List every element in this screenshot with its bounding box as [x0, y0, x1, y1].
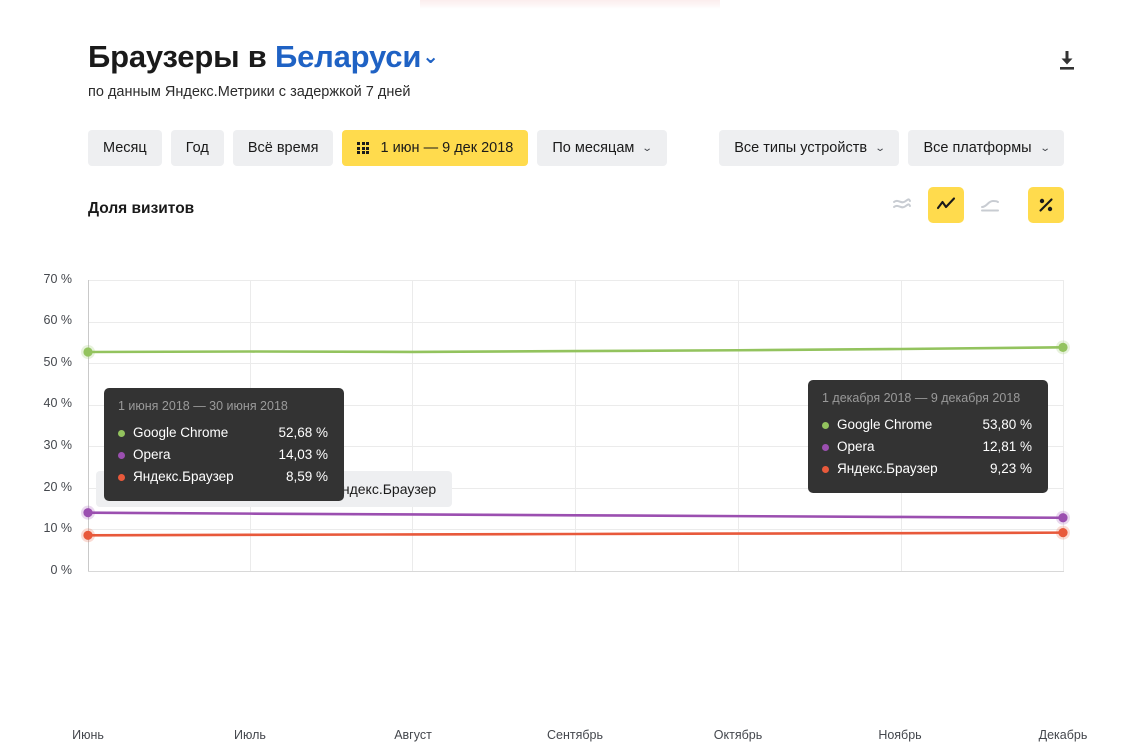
tooltip-color-dot [822, 466, 829, 473]
tooltip-color-dot [822, 444, 829, 451]
tooltip-series-value: 8,59 % [260, 466, 328, 488]
tooltip-series-value: 52,68 % [252, 422, 328, 444]
tooltip-series-value: 53,80 % [956, 414, 1032, 436]
tooltip-color-dot [118, 452, 125, 459]
smooth-line-chart-button[interactable] [972, 187, 1008, 223]
chart-title: Доля визитов [88, 200, 194, 218]
y-axis-tick-label: 50 % [12, 355, 72, 369]
download-button[interactable] [1052, 45, 1082, 75]
tooltip-series-value: 12,81 % [956, 436, 1032, 458]
page-title-prefix: Браузеры в [88, 39, 275, 74]
region-selector[interactable]: Беларуси [275, 39, 421, 74]
tooltip-row: Яндекс.Браузер 9,23 % [822, 458, 1032, 480]
tooltip-row: Opera 14,03 % [118, 444, 328, 466]
line-chart-button[interactable] [928, 187, 964, 223]
y-axis-tick-label: 40 % [12, 396, 72, 410]
tooltip-date-range: 1 июня 2018 — 30 июня 2018 [118, 399, 328, 413]
tooltip-series-label: Google Chrome [837, 414, 932, 436]
period-button-month-label: Месяц [103, 140, 147, 156]
browser-stats-page: Браузеры в Беларуси⌄ по данным Яндекс.Ме… [0, 0, 1134, 588]
period-button-year[interactable]: Год [171, 130, 224, 166]
tooltip-series-label: Opera [837, 436, 875, 458]
tooltip-date-range: 1 декабря 2018 — 9 декабря 2018 [822, 391, 1032, 405]
y-axis-tick-label: 30 % [12, 438, 72, 452]
y-axis-tick-label: 60 % [12, 313, 72, 327]
period-button-all-time-label: Всё время [248, 140, 319, 156]
granularity-dropdown[interactable]: По месяцам ⌄ [537, 130, 666, 166]
tooltip-color-dot [118, 474, 125, 481]
platform-label: Все платформы [923, 140, 1031, 156]
download-icon [1052, 45, 1082, 75]
line-chart-icon [936, 195, 956, 215]
stacked-area-chart-icon [892, 195, 912, 215]
y-axis-tick-label: 70 % [12, 272, 72, 286]
tooltip-right: 1 декабря 2018 — 9 декабря 2018 Google C… [808, 380, 1048, 493]
date-range-button[interactable]: 1 июн — 9 дек 2018 [342, 130, 528, 166]
tooltip-series-label: Яндекс.Браузер [133, 466, 234, 488]
platform-dropdown[interactable]: Все платформы ⌄ [908, 130, 1064, 166]
legend-label: Яндекс.Браузер [332, 481, 436, 497]
x-axis-tick-label: Сентябрь [547, 728, 603, 742]
x-axis-tick-label: Июнь [72, 728, 104, 742]
tooltip-row: Opera 12,81 % [822, 436, 1032, 458]
chevron-down-icon: ⌄ [642, 143, 653, 154]
device-type-label: Все типы устройств [734, 140, 867, 156]
page-title: Браузеры в Беларуси⌄ [88, 38, 439, 76]
chevron-down-icon[interactable]: ⌄ [422, 38, 439, 76]
chevron-down-icon: ⌄ [875, 143, 886, 154]
device-type-dropdown[interactable]: Все типы устройств ⌄ [719, 130, 899, 166]
tooltip-left: 1 июня 2018 — 30 июня 2018 Google Chrome… [104, 388, 344, 501]
date-range-label: 1 июн — 9 дек 2018 [380, 140, 513, 156]
tooltip-series-label: Opera [133, 444, 171, 466]
calendar-icon [357, 142, 369, 154]
chart-card: Доля визитов [0, 180, 1134, 588]
y-axis-tick-label: 20 % [12, 480, 72, 494]
y-axis-tick-label: 0 % [12, 563, 72, 577]
period-toolbar: Месяц Год Всё время 1 июн — 9 дек 2018 П… [88, 130, 667, 166]
percent-chart-icon [1036, 195, 1056, 215]
period-button-all-time[interactable]: Всё время [233, 130, 334, 166]
tooltip-color-dot [822, 422, 829, 429]
tooltip-row: Google Chrome 52,68 % [118, 422, 328, 444]
x-axis-tick-label: Август [394, 728, 432, 742]
filters-toolbar: Все типы устройств ⌄ Все платформы ⌄ [719, 130, 1064, 166]
x-axis-tick-label: Октябрь [714, 728, 762, 742]
tooltip-row: Яндекс.Браузер 8,59 % [118, 466, 328, 488]
tooltip-series-label: Яндекс.Браузер [837, 458, 938, 480]
y-axis-tick-label: 10 % [12, 521, 72, 535]
period-button-year-label: Год [186, 140, 209, 156]
page-subtitle: по данным Яндекс.Метрики с задержкой 7 д… [88, 83, 439, 101]
period-button-month[interactable]: Месяц [88, 130, 162, 166]
page-header: Браузеры в Беларуси⌄ по данным Яндекс.Ме… [88, 38, 439, 101]
chevron-down-icon: ⌄ [1039, 143, 1050, 154]
smooth-line-chart-icon [980, 195, 1000, 215]
plot-area: 70 % 60 % 50 % 40 % 30 % 20 % 10 % 0 % И… [0, 228, 1134, 588]
stacked-area-chart-button[interactable] [884, 187, 920, 223]
percent-chart-button[interactable] [1028, 187, 1064, 223]
x-axis-tick-label: Ноябрь [878, 728, 921, 742]
tooltip-series-value: 14,03 % [252, 444, 328, 466]
y-axis-line [88, 280, 89, 571]
tooltip-series-value: 9,23 % [964, 458, 1032, 480]
x-axis-tick-label: Декабрь [1039, 728, 1088, 742]
tooltip-row: Google Chrome 53,80 % [822, 414, 1032, 436]
tooltip-color-dot [118, 430, 125, 437]
chart-type-toggle-group [884, 187, 1064, 223]
granularity-label: По месяцам [552, 140, 634, 156]
x-axis-tick-label: Июль [234, 728, 266, 742]
tooltip-series-label: Google Chrome [133, 422, 228, 444]
